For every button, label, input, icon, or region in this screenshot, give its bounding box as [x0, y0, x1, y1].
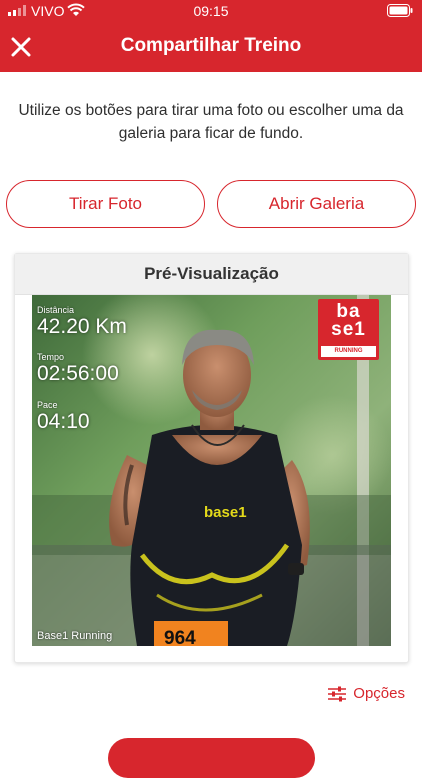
share-button[interactable]: [108, 738, 315, 778]
take-photo-button[interactable]: Tirar Foto: [6, 180, 205, 228]
base1-logo: ba se1 RUNNING: [318, 299, 379, 360]
pace-value: 04:10: [37, 410, 90, 433]
preview-photo: base1 964 Distância 42.20 Km Tempo 02:56…: [32, 295, 391, 646]
photo-caption: Base1 Running: [37, 630, 113, 642]
open-gallery-button[interactable]: Abrir Galeria: [217, 180, 416, 228]
options-label: Opções: [353, 685, 405, 702]
pace-label: Pace: [37, 400, 58, 410]
status-bar: VIVO 09:15: [0, 0, 422, 22]
logo-subtitle: RUNNING: [321, 346, 376, 357]
sliders-icon: [328, 686, 347, 702]
time-value: 02:56:00: [37, 362, 119, 385]
distance-value: 42.20 Km: [37, 315, 127, 338]
preview-title: Pré-Visualização: [15, 254, 408, 295]
status-time: 09:15: [193, 3, 229, 19]
logo-text: ba se1: [331, 301, 366, 340]
time-label: Tempo: [37, 352, 65, 362]
battery-icon: [387, 4, 413, 17]
instructions-text: Utilize os botões para tirar uma foto ou…: [18, 102, 404, 142]
distance-label: Distância: [37, 305, 75, 315]
app-header: VIVO 09:15 Compartilhar Treino: [0, 0, 422, 72]
shirt-text: base1: [204, 504, 247, 521]
options-button[interactable]: Opções: [328, 684, 405, 704]
nav-bar: Compartilhar Treino: [0, 22, 422, 72]
preview-card: Pré-Visualização base1 964 Distância 42.…: [14, 253, 409, 663]
bib-number: 964: [164, 628, 196, 646]
page-title: Compartilhar Treino: [120, 35, 302, 56]
